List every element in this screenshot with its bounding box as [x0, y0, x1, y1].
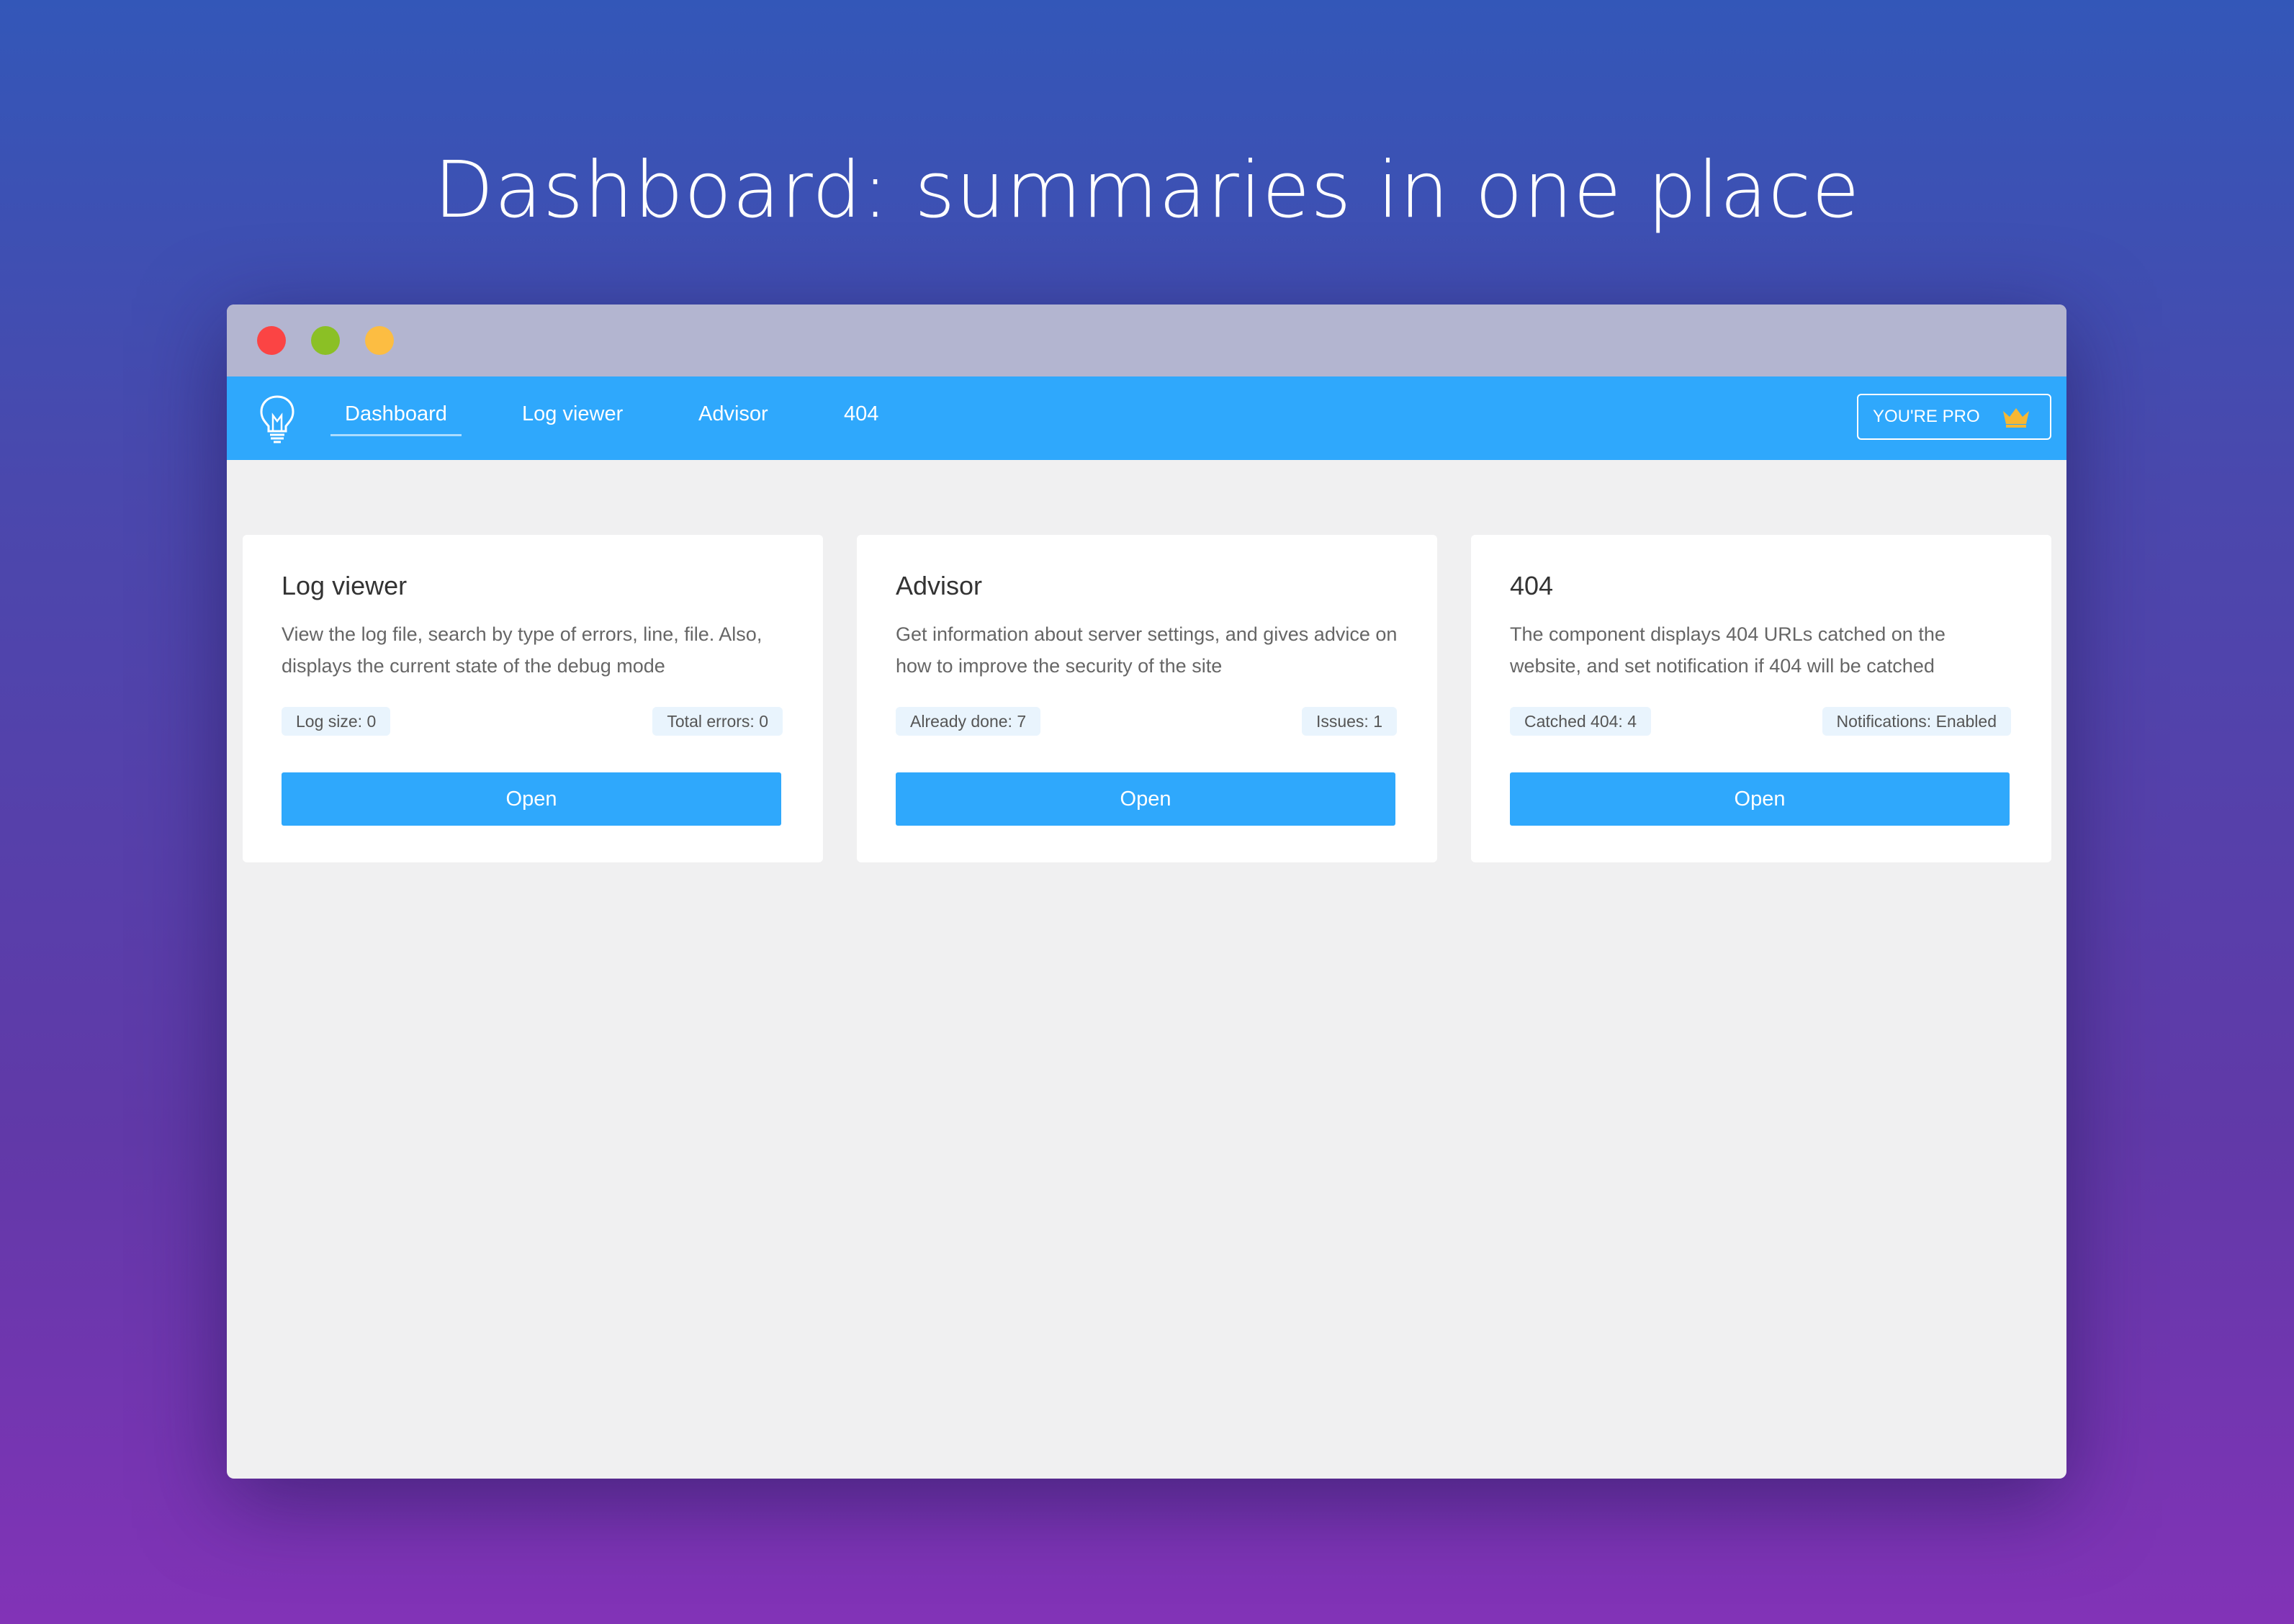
close-window-button[interactable]	[257, 326, 286, 355]
issues-badge: Issues: 1	[1301, 707, 1397, 736]
pro-badge-label: YOU'RE PRO	[1873, 407, 1980, 426]
top-navbar: Dashboard Log viewer Advisor 404 YOU'RE …	[227, 376, 2066, 460]
notifications-badge: Notifications: Enabled	[1822, 707, 2011, 736]
card-advisor: Advisor Get information about server set…	[857, 535, 1437, 862]
open-log-viewer-button[interactable]: Open	[282, 772, 781, 826]
nav-tab-advisor[interactable]: Advisor	[698, 400, 768, 428]
card-description: The component displays 404 URLs catched …	[1510, 623, 1946, 677]
catched-404-badge: Catched 404: 4	[1510, 707, 1652, 736]
open-advisor-button[interactable]: Open	[896, 772, 1395, 826]
page-headline: Dashboard: summaries in one place	[433, 145, 1861, 235]
already-done-badge: Already done: 7	[896, 707, 1041, 736]
total-errors-badge: Total errors: 0	[652, 707, 783, 736]
card-title: Log viewer	[282, 571, 408, 600]
app-window: Dashboard Log viewer Advisor 404 YOU'RE …	[227, 304, 2066, 1479]
window-titlebar	[227, 304, 2066, 376]
nav-tab-404[interactable]: 404	[844, 400, 878, 428]
card-description: View the log file, search by type of err…	[282, 623, 763, 677]
open-404-button[interactable]: Open	[1510, 772, 2010, 826]
minimize-window-button[interactable]	[311, 326, 340, 355]
card-404: 404 The component displays 404 URLs catc…	[1471, 535, 2051, 862]
nav-tab-log-viewer[interactable]: Log viewer	[522, 400, 623, 428]
card-title: 404	[1510, 571, 1554, 600]
card-description: Get information about server settings, a…	[896, 623, 1398, 677]
lightbulb-icon[interactable]	[256, 394, 299, 444]
card-title: Advisor	[896, 571, 983, 600]
card-log-viewer: Log viewer View the log file, search by …	[243, 535, 823, 862]
zoom-window-button[interactable]	[365, 326, 394, 355]
nav-tab-dashboard[interactable]: Dashboard	[330, 400, 462, 436]
log-size-badge: Log size: 0	[282, 707, 391, 736]
pro-badge-button[interactable]: YOU'RE PRO	[1857, 394, 2051, 440]
crown-icon	[2001, 405, 2031, 428]
